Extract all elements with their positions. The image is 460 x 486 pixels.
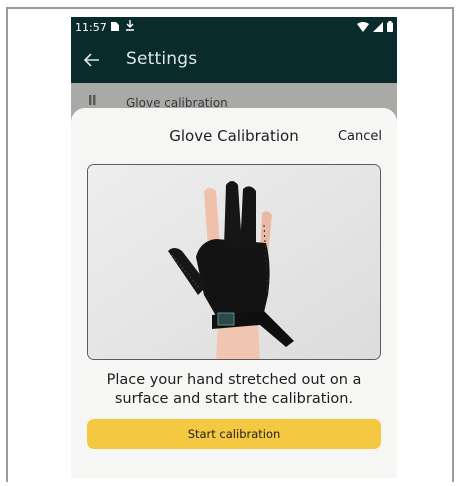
signal-icon xyxy=(373,21,383,32)
status-time: 11:57 xyxy=(75,21,107,34)
calibration-bottom-sheet: Glove Calibration Cancel Place your hand… xyxy=(71,108,397,478)
download-icon xyxy=(126,20,134,31)
app-bar: Settings xyxy=(71,39,397,83)
glove-hand-photo xyxy=(87,164,381,360)
phone-screen: 11:57 Settings Glove calibration Glove C… xyxy=(71,17,397,478)
arrow-left-icon[interactable] xyxy=(82,50,102,70)
sim-card-icon xyxy=(111,21,119,31)
glove-hand-illustration xyxy=(88,165,380,359)
glove-icon xyxy=(89,95,96,105)
status-bar: 11:57 xyxy=(71,17,397,39)
cancel-button[interactable]: Cancel xyxy=(338,129,382,144)
start-calibration-button[interactable]: Start calibration xyxy=(87,419,381,449)
wifi-icon xyxy=(357,21,369,32)
page-title: Settings xyxy=(126,49,198,69)
battery-icon xyxy=(387,21,393,32)
instruction-text: Place your hand stretched out on a surfa… xyxy=(106,372,362,407)
